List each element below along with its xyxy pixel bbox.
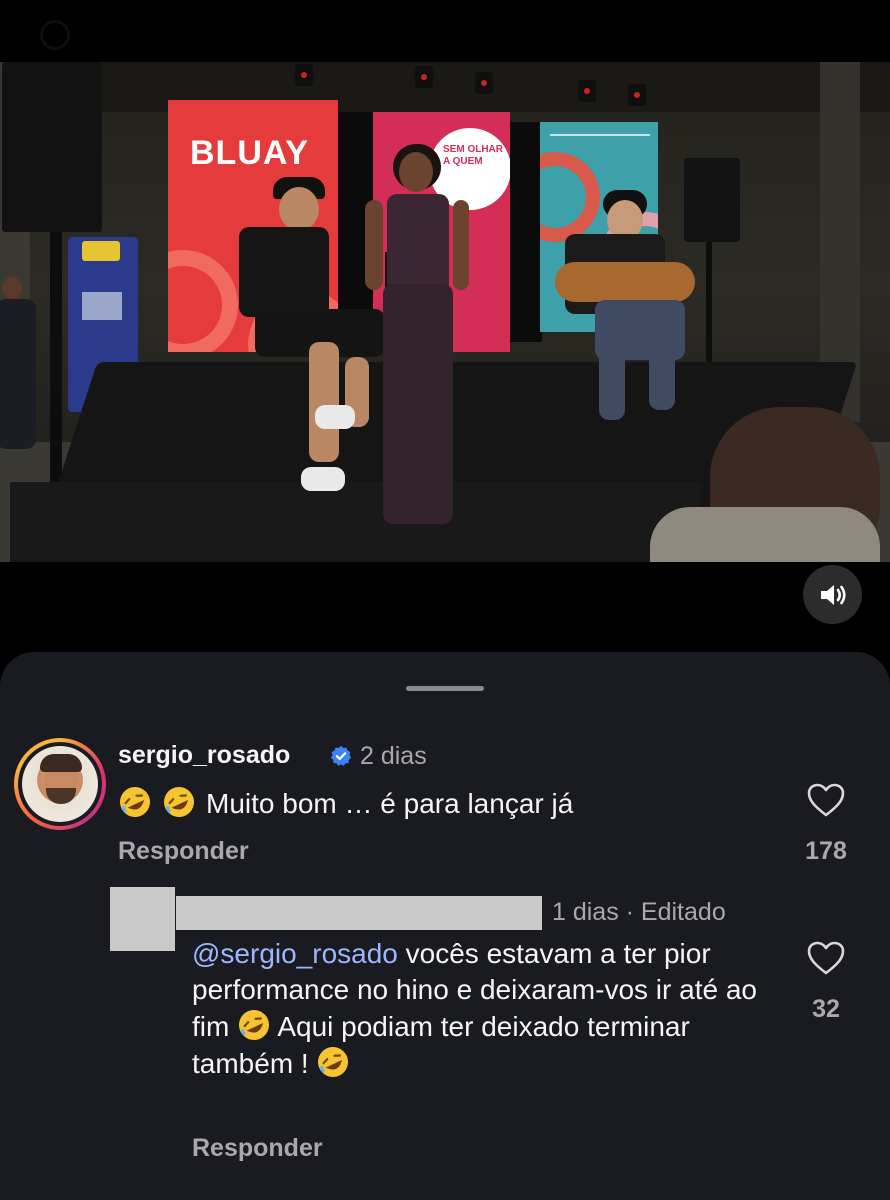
stage-light — [415, 66, 433, 88]
video-player[interactable]: BLUAY SEM OLHAR A QUEM — [0, 62, 890, 562]
laughing-emoji-icon — [164, 787, 194, 817]
redacted-avatar — [110, 887, 175, 951]
laughing-emoji-icon — [120, 787, 150, 817]
ceiling — [0, 62, 890, 112]
led-screen-dark — [510, 122, 542, 342]
sheet-drag-handle[interactable] — [406, 686, 484, 691]
stage-light — [628, 84, 646, 106]
avatar[interactable] — [14, 738, 106, 830]
avatar-image — [22, 746, 98, 822]
laughing-emoji-icon — [239, 1010, 270, 1040]
mute-button[interactable] — [803, 565, 862, 624]
header-icon — [40, 20, 70, 50]
speaker-volume-icon — [820, 584, 846, 605]
comment-text: Muito bom … é para lançar já — [118, 785, 573, 820]
verified-badge-icon — [330, 745, 352, 766]
like-count: 32 — [812, 995, 840, 1023]
stage-light — [578, 80, 596, 102]
comment-text: @sergio_rosado vocês estavam a ter pior … — [192, 936, 782, 1082]
redacted-username — [176, 896, 542, 930]
comments-sheet: sergio_rosado 2 dias Muito bom … é para … — [0, 652, 890, 1200]
mention-link[interactable]: @sergio_rosado — [192, 938, 398, 969]
comment-timestamp: 1 dias · Editado — [552, 898, 726, 926]
stage-light — [475, 72, 493, 94]
heart-like-icon[interactable] — [806, 782, 846, 818]
stage-light — [295, 64, 313, 86]
screen-slogan-text: SEM OLHAR A QUEM — [443, 144, 503, 167]
comment-timestamp: 2 dias — [360, 742, 427, 770]
heart-like-icon[interactable] — [806, 940, 846, 976]
screen-brand-text: BLUAY — [190, 134, 309, 172]
speaker — [684, 158, 740, 242]
like-count: 178 — [805, 837, 847, 865]
reply-button[interactable]: Responder — [118, 837, 249, 866]
reply-button[interactable]: Responder — [192, 1134, 323, 1163]
top-header — [0, 0, 890, 62]
comment-body: Muito bom … é para lançar já — [206, 788, 574, 819]
comment-username[interactable]: sergio_rosado — [118, 741, 290, 770]
speaker — [2, 62, 102, 232]
laughing-emoji-icon — [318, 1047, 349, 1077]
stage-front — [10, 482, 700, 562]
